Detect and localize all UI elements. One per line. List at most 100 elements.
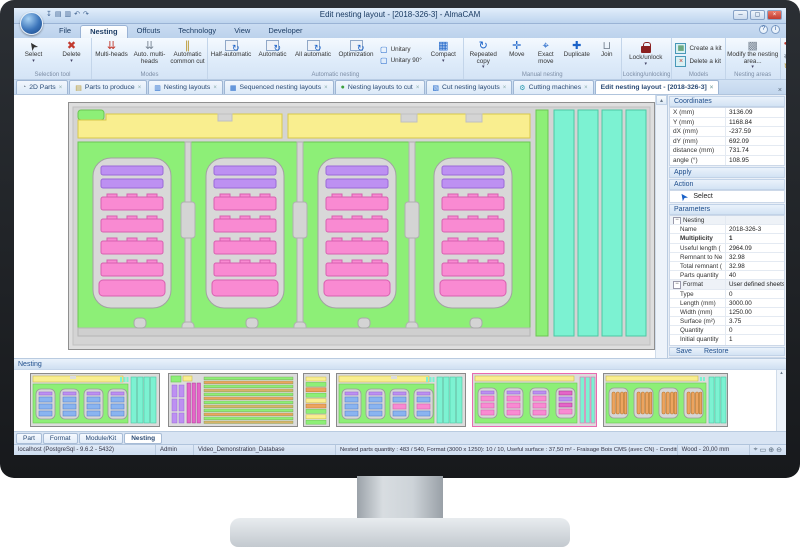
param-value[interactable]: 0: [725, 290, 784, 298]
canvas-vertical-scrollbar[interactable]: ▴: [655, 95, 667, 358]
nesting-canvas[interactable]: [68, 102, 655, 350]
coord-value[interactable]: 692.09: [725, 137, 784, 146]
param-group-nesting[interactable]: Nesting: [670, 216, 784, 225]
coord-value[interactable]: 731.74: [725, 146, 784, 155]
nesting-panel-header[interactable]: Nesting: [14, 358, 786, 370]
create-kit-button[interactable]: ▦ Create a kit: [675, 43, 721, 54]
param-row-parts-quantity[interactable]: Parts quantity40: [670, 271, 784, 280]
delete-kit-button[interactable]: × Delete a kit: [675, 56, 721, 67]
tab-view[interactable]: View: [225, 25, 259, 38]
zoom-out-icon[interactable]: ⊖: [776, 446, 782, 454]
close-button[interactable]: ×: [767, 10, 782, 20]
coordinate-row-dy[interactable]: dY (mm)692.09: [670, 137, 784, 147]
param-row-width[interactable]: Width (mm)1250.00: [670, 308, 784, 317]
tab-close-icon[interactable]: ×: [324, 85, 328, 91]
tab-bar-close-icon[interactable]: ×: [778, 87, 782, 94]
param-value[interactable]: 1: [725, 234, 784, 242]
coordinate-row-y[interactable]: Y (mm)1168.84: [670, 118, 784, 128]
apply-header[interactable]: Apply: [669, 167, 785, 178]
exact-move-button[interactable]: ⌖ Exact move: [532, 39, 560, 71]
automatic-button[interactable]: ↻ Automatic: [254, 39, 291, 71]
param-row-surface[interactable]: Surface (m²)3.75: [670, 317, 784, 326]
param-row-type[interactable]: Type0: [670, 290, 784, 299]
restore-button[interactable]: Restore: [704, 348, 729, 355]
optimization-button[interactable]: ↻ Optimization: [335, 39, 377, 71]
param-row-remnant[interactable]: Remnant to Ne32.98: [670, 253, 784, 262]
automatic-common-cut-button[interactable]: ∥ Automatic common cut: [169, 39, 206, 71]
coordinate-row-x[interactable]: X (mm)3136.09: [670, 108, 784, 118]
multi-heads-button[interactable]: ⇊ Multi-heads: [93, 39, 130, 71]
param-row-total-remnant[interactable]: Total remnant (32.98: [670, 262, 784, 271]
zoom-in-icon[interactable]: ⊕: [768, 446, 774, 454]
doc-tab-parts-to-produce[interactable]: ▤Parts to produce×: [69, 80, 147, 94]
maximize-button[interactable]: ▢: [750, 10, 765, 20]
param-value[interactable]: 32.98: [725, 253, 784, 261]
tab-close-icon[interactable]: ×: [213, 85, 217, 91]
param-value[interactable]: 2964.09: [725, 244, 784, 252]
doc-tab-cut-nesting-layouts[interactable]: ▧Cut nesting layouts×: [426, 80, 512, 94]
param-value[interactable]: 3.75: [725, 317, 784, 325]
nesting-thumbnail-1[interactable]: [30, 373, 160, 427]
tab-close-icon[interactable]: ×: [584, 85, 588, 91]
param-row-multiplicity[interactable]: Multiplicity1: [670, 234, 784, 243]
action-header[interactable]: Action: [669, 179, 785, 190]
tab-file[interactable]: File: [50, 25, 80, 38]
param-value[interactable]: 32.98: [725, 262, 784, 270]
doc-tab-nesting-layouts[interactable]: ▥Nesting layouts×: [148, 80, 223, 94]
doc-tab-sequenced-nesting-layouts[interactable]: ▦Sequenced nesting layouts×: [224, 80, 334, 94]
doc-tab-nesting-layouts-to-cut[interactable]: ●Nesting layouts to cut×: [335, 80, 426, 94]
doc-tab-edit-nesting-layout[interactable]: Edit nesting layout - [2018-326-3]×: [595, 80, 720, 94]
coordinate-row-dx[interactable]: dX (mm)-237.59: [670, 127, 784, 137]
bottom-tab-nesting[interactable]: Nesting: [124, 433, 162, 444]
scroll-up-icon[interactable]: ▴: [777, 370, 786, 376]
tab-close-icon[interactable]: ×: [503, 85, 507, 91]
nesting-thumbnail-2[interactable]: [168, 373, 298, 427]
duplicate-button[interactable]: ✚ Duplicate: [561, 39, 593, 71]
scroll-up-icon[interactable]: ▴: [656, 95, 667, 105]
bottom-tab-module-kit[interactable]: Module/Kit: [79, 433, 124, 444]
param-value[interactable]: 0: [725, 326, 784, 334]
doc-tab-2d-parts[interactable]: ◔2D Parts×: [16, 80, 68, 94]
tab-close-icon[interactable]: ×: [59, 85, 63, 91]
param-value[interactable]: 2018-326-3: [725, 225, 784, 233]
param-group-format[interactable]: FormatUser defined sheets: [670, 280, 784, 289]
info-icon[interactable]: i: [771, 25, 780, 34]
tab-nesting[interactable]: Nesting: [80, 25, 128, 38]
coord-value[interactable]: 108.95: [725, 156, 784, 166]
select-button[interactable]: ➤ Select ▾: [15, 39, 52, 71]
nesting-thumbnail-4[interactable]: [336, 373, 466, 427]
help-icon[interactable]: ?: [759, 25, 768, 34]
delete-button[interactable]: ✖ Delete ▾: [53, 39, 90, 71]
nesting-thumbnail-3[interactable]: [303, 373, 330, 427]
param-value[interactable]: 3000.00: [725, 299, 784, 307]
action-select-row[interactable]: ➤ Select: [669, 190, 785, 203]
half-automatic-button[interactable]: ↻ Half-automatic: [209, 39, 253, 71]
move-button[interactable]: ✛ Move: [503, 39, 531, 71]
zoom-fit-icon[interactable]: ▭: [760, 446, 767, 454]
forbid-overlaps-toggle[interactable]: ● Forbid overlaps: [784, 40, 786, 49]
bottom-tab-part[interactable]: Part: [16, 433, 42, 444]
tab-close-icon[interactable]: ×: [710, 85, 714, 91]
modify-nesting-area-button[interactable]: ▩ Modify the nesting area... ▾: [727, 39, 779, 71]
coordinate-row-distance[interactable]: distance (mm)731.74: [670, 146, 784, 156]
param-value[interactable]: 40: [725, 271, 784, 279]
join-button[interactable]: ⊔ Join: [594, 39, 620, 71]
unitary-90-button[interactable]: ▢ Unitary 90°: [380, 56, 422, 65]
param-value[interactable]: 1: [725, 335, 784, 344]
tab-technology[interactable]: Technology: [169, 25, 225, 38]
param-value[interactable]: 1250.00: [725, 308, 784, 316]
parameters-header[interactable]: Parameters: [669, 204, 785, 215]
zoom-target-icon[interactable]: ⌖: [754, 446, 758, 454]
coordinates-header[interactable]: Coordinates: [669, 96, 785, 107]
canvas-area[interactable]: [14, 95, 667, 358]
param-row-useful-length[interactable]: Useful length (2964.09: [670, 244, 784, 253]
rotation-button[interactable]: ↻ Rotation: [784, 62, 786, 71]
coord-value[interactable]: -237.59: [725, 127, 784, 136]
compact-button[interactable]: ▦ Compact ▾: [425, 39, 462, 71]
coord-value[interactable]: 1168.84: [725, 118, 784, 127]
doc-tab-cutting-machines[interactable]: ⚙Cutting machines×: [513, 80, 593, 94]
save-button[interactable]: Save: [676, 348, 692, 355]
coord-value[interactable]: 3136.09: [725, 108, 784, 117]
bottom-tab-format[interactable]: Format: [43, 433, 78, 444]
nesting-thumbnail-5[interactable]: [472, 373, 597, 427]
